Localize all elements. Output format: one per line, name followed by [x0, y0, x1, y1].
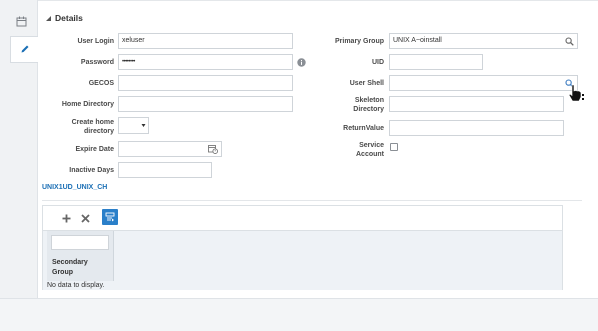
password-label: Password [80, 59, 114, 66]
gecos-input[interactable] [118, 75, 293, 91]
home-directory-label: Home Directory [61, 101, 114, 108]
skeleton-label-line1: Skeleton [354, 97, 384, 104]
uid-label: UID [371, 59, 384, 66]
primary-group-label: Primary Group [334, 38, 384, 45]
user-shell-input[interactable] [389, 75, 578, 91]
hand-cursor-icon [566, 83, 586, 103]
column-filter-input[interactable] [51, 235, 109, 250]
expire-date-label: Expire Date [75, 146, 114, 153]
secondary-group-column-header[interactable]: Secondary Group [47, 231, 114, 281]
home-directory-input[interactable] [118, 96, 293, 112]
primary-group-input[interactable]: UNIX A~oinstall [389, 33, 578, 49]
pencil-icon [20, 44, 30, 56]
gecos-label: GECOS [88, 80, 114, 87]
column-title-line1: Secondary [52, 259, 88, 266]
app-frame: Details User Login xeluser Password ••••… [0, 0, 598, 331]
user-login-label: User Login [77, 38, 114, 45]
dropdown-arrow-icon [139, 118, 148, 132]
inactive-days-label: Inactive Days [69, 167, 114, 174]
edit-tab[interactable] [10, 36, 39, 63]
secondary-group-table: Secondary Group No data to display. [42, 205, 563, 290]
create-home-select[interactable] [118, 117, 149, 134]
footer-bar [0, 298, 598, 331]
create-home-label-line1: Create home [71, 119, 114, 126]
table-body: Secondary Group No data to display. [43, 230, 562, 290]
service-account-checkbox[interactable] [390, 143, 398, 151]
search-icon[interactable] [564, 36, 574, 46]
calendar-tab[interactable] [10, 11, 32, 33]
detach-icon[interactable] [102, 209, 118, 225]
info-icon[interactable] [296, 57, 306, 67]
x-icon[interactable] [79, 212, 91, 224]
plus-icon[interactable] [60, 212, 72, 224]
service-account-label-line1: Service [359, 142, 384, 149]
column-title-line2: Group [52, 269, 73, 276]
empty-table-message: No data to display. [47, 282, 105, 289]
skeleton-directory-input[interactable] [389, 96, 564, 112]
table-toolbar [43, 206, 562, 230]
details-panel: Details User Login xeluser Password ••••… [38, 0, 598, 298]
inactive-days-input[interactable] [118, 162, 212, 178]
collapse-triangle-icon [46, 16, 51, 21]
divider [42, 200, 582, 201]
calendar-icon [16, 16, 27, 29]
service-account-label-line2: Account [356, 151, 384, 158]
details-section-header[interactable]: Details [46, 13, 83, 23]
return-value-input[interactable] [389, 120, 564, 136]
create-home-label-line2: directory [84, 128, 114, 135]
user-login-input[interactable]: xeluser [118, 33, 293, 49]
skeleton-label-line2: Directory [353, 106, 384, 113]
section-title: Details [55, 13, 83, 23]
side-tab-strip [0, 0, 39, 298]
user-shell-label: User Shell [349, 80, 384, 87]
unix-child-form-link[interactable]: UNIX1UD_UNIX_CH [42, 184, 107, 191]
calendar-clock-icon[interactable] [207, 144, 218, 154]
uid-input[interactable] [389, 54, 483, 70]
return-value-label: ReturnValue [343, 125, 384, 132]
password-input[interactable]: •••••••• [118, 54, 293, 70]
